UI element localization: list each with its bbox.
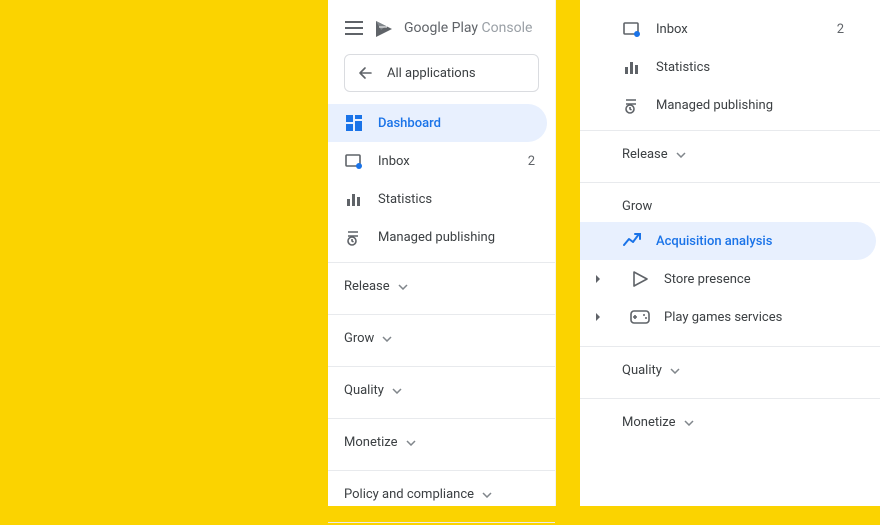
nav-inbox-label: Inbox xyxy=(656,22,688,37)
section-quality-label: Quality xyxy=(344,383,384,398)
nav-inbox-label: Inbox xyxy=(378,154,410,169)
nav-inbox[interactable]: Inbox 2 xyxy=(580,10,880,48)
section-monetize-label: Monetize xyxy=(344,435,398,450)
dashboard-icon xyxy=(344,113,364,133)
nav-play-games-services-label: Play games services xyxy=(664,310,782,325)
nav-statistics[interactable]: Statistics xyxy=(328,180,555,218)
menu-icon[interactable] xyxy=(344,18,364,38)
section-policy[interactable]: Policy and compliance xyxy=(328,473,555,516)
trending-up-icon xyxy=(622,231,642,251)
section-quality[interactable]: Quality xyxy=(328,369,555,412)
brand-google-play: Google Play xyxy=(404,20,478,36)
caret-right-icon xyxy=(594,310,608,324)
chevron-down-icon xyxy=(684,420,694,426)
sidebar-right: Inbox 2 Statistics Managed publishing Re… xyxy=(580,0,880,506)
gamepad-icon xyxy=(630,307,650,327)
nav-dashboard[interactable]: Dashboard xyxy=(328,104,547,142)
statistics-icon xyxy=(344,189,364,209)
section-release-label: Release xyxy=(622,147,668,162)
chevron-down-icon xyxy=(392,388,402,394)
nav-statistics-label: Statistics xyxy=(656,60,710,75)
all-applications-label: All applications xyxy=(387,66,476,81)
chevron-down-icon xyxy=(676,152,686,158)
all-applications-button[interactable]: All applications xyxy=(344,54,539,92)
brand-console: Console xyxy=(482,20,533,36)
section-monetize-label: Monetize xyxy=(622,415,676,430)
play-store-icon xyxy=(630,269,650,289)
inbox-badge: 2 xyxy=(528,154,539,169)
brand-text: Google Play Console xyxy=(404,20,532,36)
chevron-down-icon xyxy=(406,440,416,446)
nav-store-presence[interactable]: Store presence xyxy=(580,260,880,298)
header: Google Play Console xyxy=(328,0,555,50)
section-grow-label: Grow xyxy=(344,331,374,346)
chevron-down-icon xyxy=(482,492,492,498)
section-monetize[interactable]: Monetize xyxy=(580,401,880,444)
nav-acquisition-analysis[interactable]: Acquisition analysis xyxy=(580,222,876,260)
section-policy-label: Policy and compliance xyxy=(344,487,474,502)
managed-publishing-icon xyxy=(344,227,364,247)
section-quality[interactable]: Quality xyxy=(580,349,880,392)
section-release[interactable]: Release xyxy=(328,265,555,308)
caret-right-icon xyxy=(594,272,608,286)
nav-statistics-label: Statistics xyxy=(378,192,432,207)
google-play-logo-icon xyxy=(374,18,394,38)
managed-publishing-icon xyxy=(622,95,642,115)
nav-dashboard-label: Dashboard xyxy=(378,116,441,131)
sidebar-left: Google Play Console All applications Das… xyxy=(328,0,556,506)
nav-managed-publishing-label: Managed publishing xyxy=(656,98,773,113)
section-quality-label: Quality xyxy=(622,363,662,378)
nav-play-games-services[interactable]: Play games services xyxy=(580,298,880,336)
nav-acquisition-analysis-label: Acquisition analysis xyxy=(656,234,772,249)
nav-statistics[interactable]: Statistics xyxy=(580,48,880,86)
nav-managed-publishing-label: Managed publishing xyxy=(378,230,495,245)
section-grow-label: Grow xyxy=(580,185,880,222)
chevron-down-icon xyxy=(398,284,408,290)
section-grow[interactable]: Grow xyxy=(328,317,555,360)
inbox-badge: 2 xyxy=(837,22,864,37)
back-arrow-icon xyxy=(357,64,375,82)
inbox-icon xyxy=(344,151,364,171)
nav-managed-publishing[interactable]: Managed publishing xyxy=(580,86,880,124)
chevron-down-icon xyxy=(382,336,392,342)
section-release[interactable]: Release xyxy=(580,133,880,176)
nav-managed-publishing[interactable]: Managed publishing xyxy=(328,218,555,256)
nav-inbox[interactable]: Inbox 2 xyxy=(328,142,555,180)
inbox-icon xyxy=(622,19,642,39)
chevron-down-icon xyxy=(670,368,680,374)
section-monetize[interactable]: Monetize xyxy=(328,421,555,464)
statistics-icon xyxy=(622,57,642,77)
section-release-label: Release xyxy=(344,279,390,294)
nav-store-presence-label: Store presence xyxy=(664,272,751,287)
